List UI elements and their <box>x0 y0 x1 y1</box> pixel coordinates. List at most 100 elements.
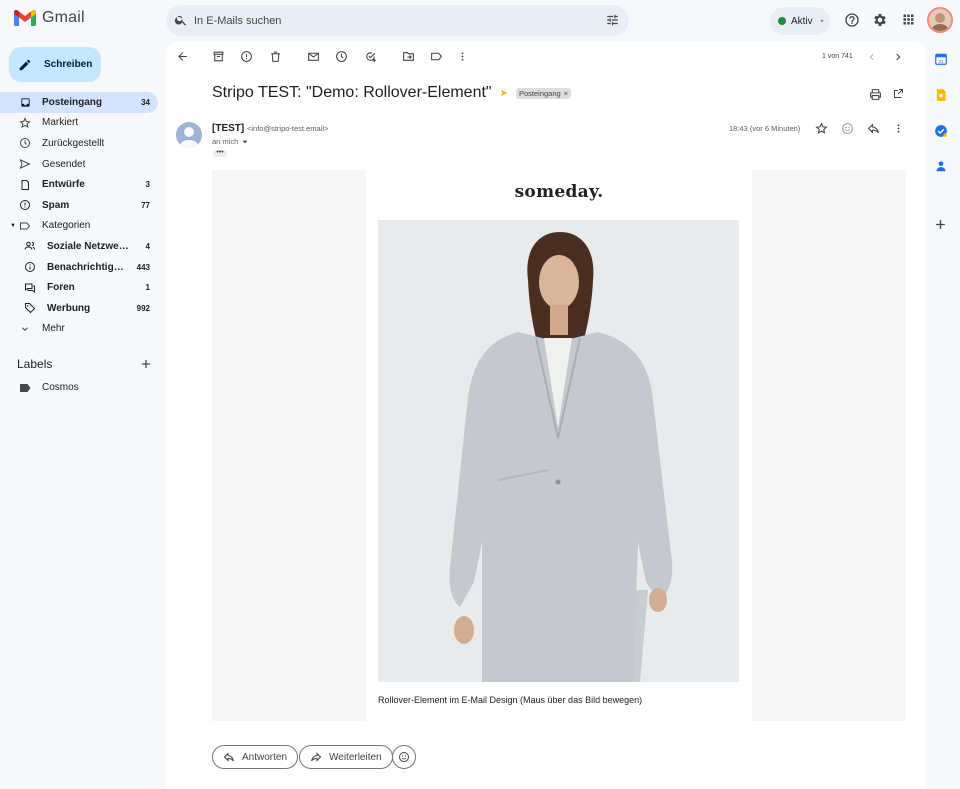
account-avatar[interactable] <box>927 7 953 33</box>
sidebar-item-label: Spam <box>42 199 70 211</box>
open-new-window-icon[interactable] <box>892 88 904 100</box>
gmail-logo[interactable]: Gmail <box>14 9 85 27</box>
message-subject: Stripo TEST: "Demo: Rollover-Element" <box>212 84 492 101</box>
add-label-icon[interactable] <box>140 358 152 370</box>
sidebar-item-count: 4 <box>145 241 150 251</box>
sidebar-item-drafts[interactable]: Entwürfe 3 <box>0 174 158 195</box>
apps-grid-icon[interactable] <box>901 12 916 27</box>
sidebar-item-label: Gesendet <box>42 158 86 170</box>
report-spam-icon[interactable] <box>240 50 253 63</box>
sidebar-item-label: Kategorien <box>42 220 91 232</box>
sidebar-item-updates[interactable]: Benachrichtigungen 443 <box>0 257 158 278</box>
forward-label: Weiterleiten <box>329 751 382 763</box>
more-vert-icon[interactable] <box>457 50 468 63</box>
emoji-reaction-icon[interactable] <box>841 122 854 135</box>
reply-button[interactable]: Antworten <box>212 745 299 769</box>
reply-label: Antworten <box>242 751 288 763</box>
image-caption: Rollover-Element im E-Mail Design (Maus … <box>378 695 643 705</box>
sidebar-item-social[interactable]: Soziale Netzwerke 4 <box>0 236 158 257</box>
chevron-left-icon[interactable] <box>867 52 877 62</box>
importance-marker-icon[interactable]: ➤ <box>500 88 508 99</box>
tag-icon <box>24 302 36 314</box>
more-vert-icon[interactable] <box>893 122 904 135</box>
pagination-count: 1 von 741 <box>822 53 853 60</box>
contacts-icon[interactable] <box>934 159 948 173</box>
search-bar[interactable] <box>166 5 629 36</box>
status-dot <box>778 17 786 25</box>
print-icon[interactable] <box>869 88 882 101</box>
sidebar-item-count: 443 <box>136 262 150 272</box>
message-panel: 1 von 741 Stripo TEST: "Demo: Rollover-E… <box>166 41 926 789</box>
show-trimmed-content-button[interactable]: ••• <box>213 149 227 157</box>
pencil-icon <box>19 59 31 70</box>
delete-icon[interactable] <box>269 50 282 63</box>
sidebar-item-spam[interactable]: Spam 77 <box>0 195 158 216</box>
tasks-icon[interactable] <box>934 124 948 138</box>
sidebar-item-snoozed[interactable]: Zurückgestellt <box>0 133 158 154</box>
archive-icon[interactable] <box>212 50 225 63</box>
spam-icon <box>19 199 31 211</box>
compose-button[interactable]: Schreiben <box>9 47 101 82</box>
model-in-grey-suit-image <box>378 220 739 682</box>
sidebar-item-label: Posteingang <box>42 96 103 108</box>
emoji-reaction-button[interactable] <box>392 745 416 769</box>
help-icon[interactable] <box>844 12 860 28</box>
sidebar-item-categories[interactable]: ▼ Kategorien <box>0 216 158 237</box>
forward-icon <box>311 752 322 762</box>
forum-icon <box>24 282 36 294</box>
labels-icon[interactable] <box>430 50 443 63</box>
rollover-image[interactable] <box>378 220 739 682</box>
sidebar-item-count: 992 <box>136 303 150 313</box>
sidebar-item-sent[interactable]: Gesendet <box>0 154 158 175</box>
add-task-icon[interactable] <box>364 50 377 63</box>
chevron-right-icon[interactable] <box>893 52 903 62</box>
add-addon-icon[interactable] <box>934 218 947 231</box>
back-arrow-icon[interactable] <box>176 50 189 63</box>
calendar-icon[interactable]: 31 <box>934 52 948 66</box>
remove-label-icon[interactable]: × <box>564 89 568 98</box>
star-icon[interactable] <box>815 122 828 135</box>
chevron-down-icon <box>19 323 31 335</box>
sender-name[interactable]: [TEST] <box>212 123 244 134</box>
brand-logo-text[interactable]: someday. <box>366 182 752 202</box>
chevron-down-icon <box>820 20 824 22</box>
reply-icon[interactable] <box>867 122 880 135</box>
sidebar-item-label: Foren <box>47 282 75 294</box>
email-body: someday. Rollover-Element im E-Mail Desi… <box>212 170 906 721</box>
labels-heading: Labels <box>17 357 53 371</box>
gear-icon[interactable] <box>872 12 888 28</box>
sidebar-item-label: Werbung <box>47 302 91 314</box>
search-input[interactable] <box>194 11 584 31</box>
label-tag-icon <box>20 383 31 392</box>
search-options-icon[interactable] <box>605 13 620 27</box>
recipient-text: an mich <box>212 137 239 146</box>
snooze-icon[interactable] <box>335 50 348 63</box>
sidebar-item-more[interactable]: Mehr <box>0 319 158 340</box>
mark-unread-icon[interactable] <box>307 50 320 63</box>
recipient-line[interactable]: an mich <box>212 137 249 146</box>
sidebar-item-inbox[interactable]: Posteingang 34 <box>0 92 158 113</box>
inbox-label-chip[interactable]: Posteingang × <box>516 87 572 99</box>
move-to-icon[interactable] <box>402 50 415 63</box>
person-icon <box>179 127 199 148</box>
reply-icon <box>223 752 234 762</box>
sidebar-item-label: Mehr <box>42 323 65 335</box>
svg-text:31: 31 <box>938 59 944 64</box>
sidebar-item-count: 3 <box>145 180 150 190</box>
clock-icon <box>19 137 31 149</box>
sidebar-label-cosmos[interactable]: Cosmos <box>19 382 79 393</box>
gmail-m-icon <box>14 9 36 26</box>
sidebar-item-promotions[interactable]: Werbung 992 <box>0 298 158 319</box>
caret-down-icon[interactable] <box>241 138 249 146</box>
keep-icon[interactable] <box>934 88 948 102</box>
forward-button[interactable]: Weiterleiten <box>299 745 393 769</box>
status-selector[interactable]: Aktiv <box>770 7 830 35</box>
inbox-chip-label: Posteingang <box>519 88 561 98</box>
sidebar-item-forums[interactable]: Foren 1 <box>0 277 158 298</box>
sender-avatar[interactable] <box>176 122 202 148</box>
search-icon[interactable] <box>174 13 188 27</box>
status-label: Aktiv <box>791 15 813 27</box>
caret-down-icon[interactable]: ▼ <box>10 223 16 229</box>
account-avatar-image <box>929 9 951 31</box>
sidebar-item-starred[interactable]: Markiert <box>0 113 158 134</box>
